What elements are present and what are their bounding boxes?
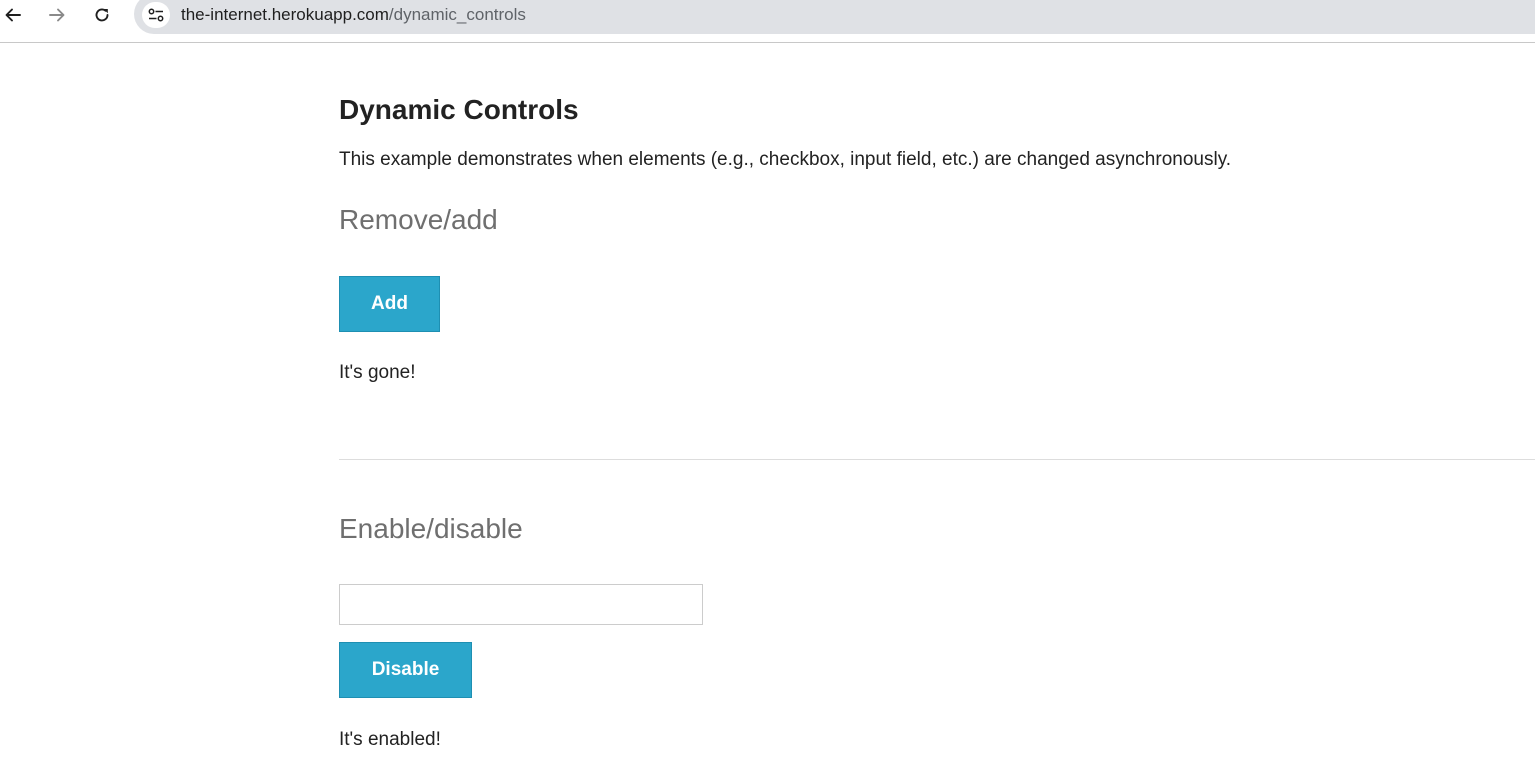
enable-disable-message: It's enabled!: [339, 729, 441, 750]
reload-icon: [95, 8, 109, 22]
page-title: Dynamic Controls: [339, 94, 579, 125]
section-divider: [339, 459, 1535, 460]
back-button[interactable]: [0, 2, 26, 28]
url-text[interactable]: the-internet.herokuapp.com/dynamic_contr…: [181, 5, 526, 25]
remove-add-heading: Remove/add: [339, 204, 498, 235]
add-button[interactable]: Add: [339, 276, 440, 332]
arrow-left-icon: [5, 8, 21, 22]
disable-button[interactable]: Disable: [339, 642, 472, 698]
text-input-field[interactable]: [339, 584, 703, 625]
url-path: /dynamic_controls: [388, 5, 526, 24]
remove-add-message: It's gone!: [339, 362, 416, 383]
site-info-button[interactable]: [142, 2, 170, 28]
url-host: the-internet.herokuapp.com: [181, 5, 389, 24]
browser-toolbar: the-internet.herokuapp.com/dynamic_contr…: [0, 0, 1535, 43]
enable-disable-heading: Enable/disable: [339, 513, 523, 544]
forward-button[interactable]: [44, 2, 70, 28]
page-description: This example demonstrates when elements …: [339, 149, 1232, 170]
reload-button[interactable]: [89, 2, 115, 28]
arrow-right-icon: [49, 8, 65, 22]
tune-icon: [148, 8, 164, 22]
